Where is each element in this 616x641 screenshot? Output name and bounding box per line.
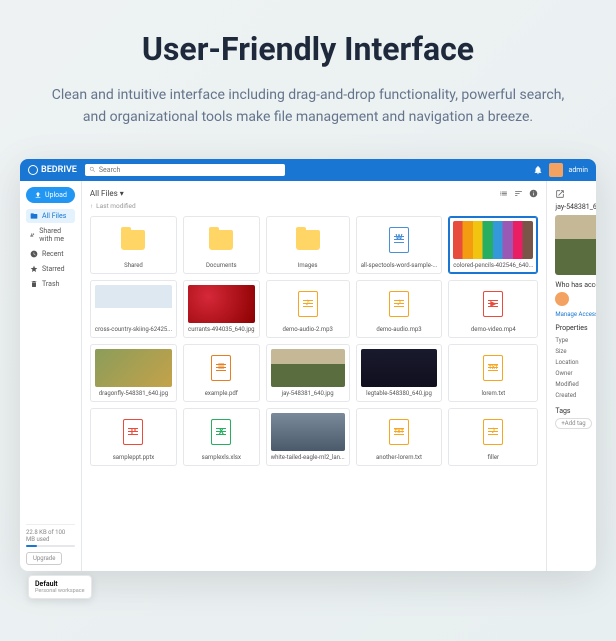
search-box[interactable] [85, 164, 285, 176]
file-tile[interactable]: white-tailed-eagle-ml2_lan... [266, 408, 350, 466]
workspace-subtitle: Personal workspace [35, 588, 85, 594]
user-avatar[interactable] [549, 163, 563, 177]
file-tile[interactable]: demo-video.mp4 [448, 280, 538, 338]
topbar: BEDRIVE admin [20, 159, 596, 181]
search-icon [89, 166, 96, 173]
tile-label: lorem.txt [453, 390, 533, 397]
file-tile[interactable]: demo-audio.mp3 [356, 280, 443, 338]
breadcrumb[interactable]: All Files▾ [90, 189, 124, 198]
sort-icon[interactable] [514, 189, 523, 198]
prop-owner: OwnerDemo admin [555, 368, 596, 379]
tile-label: legtable-548380_640.jpg [361, 390, 438, 397]
file-tile[interactable]: sampleppt.pptx [90, 408, 177, 466]
sort-label[interactable]: ↑ Last modified [90, 202, 538, 210]
properties-heading: Properties [555, 324, 596, 332]
file-tile[interactable]: Documents [183, 216, 260, 274]
file-tile[interactable]: lorem.txt [448, 344, 538, 402]
access-heading: Who has access [555, 281, 596, 289]
expand-icon[interactable] [555, 189, 565, 199]
tile-label: sampleppt.pptx [95, 454, 172, 461]
chevron-down-icon: ▾ [120, 189, 124, 198]
tile-label: example.pdf [188, 390, 255, 397]
nav-shared[interactable]: Shared with me [26, 224, 75, 246]
brand-icon [28, 165, 38, 175]
search-input[interactable] [99, 166, 281, 174]
tile-label: demo-video.mp4 [453, 326, 533, 333]
tile-label: demo-audio.mp3 [361, 326, 438, 333]
tile-label: Images [271, 262, 345, 269]
detail-preview[interactable] [555, 215, 596, 275]
nav-recent[interactable]: Recent [26, 247, 75, 261]
tile-label: demo-audio-2.mp3 [271, 326, 345, 333]
hero-description: Clean and intuitive interface including … [48, 84, 568, 129]
nav-all-files[interactable]: All Files [26, 209, 75, 223]
folder-icon [30, 212, 38, 220]
upload-button[interactable]: Upload [26, 187, 75, 203]
prop-created: Created6/26/2021 [555, 390, 596, 401]
clock-icon [30, 250, 38, 258]
file-tile[interactable]: another-lorem.txt [356, 408, 443, 466]
file-tile[interactable]: legtable-548380_640.jpg [356, 344, 443, 402]
file-tile[interactable]: jay-548381_640.jpg [266, 344, 350, 402]
tags-heading: Tags [555, 407, 596, 415]
files-area: All Files▾ ↑ Last modified Shared Documen… [82, 181, 546, 571]
tile-label: all-spectools-word-sample-... [361, 262, 438, 269]
file-tile[interactable]: example.pdf [183, 344, 260, 402]
prop-type: Typeimage [555, 335, 596, 346]
nav-starred[interactable]: Starred [26, 262, 75, 276]
tile-label: white-tailed-eagle-ml2_lan... [271, 454, 345, 461]
upgrade-button[interactable]: Upgrade [26, 552, 62, 565]
storage-meter: 22.8 KB of 100 MB used Upgrade [26, 524, 75, 565]
nav-trash[interactable]: Trash [26, 277, 75, 291]
brand[interactable]: BEDRIVE [28, 165, 77, 175]
sidebar: Upload All Files Shared with me Recent S… [20, 181, 82, 571]
file-tile[interactable]: samplexls.xlsx [183, 408, 260, 466]
tile-label: filler [453, 454, 533, 461]
tile-label: Documents [188, 262, 255, 269]
info-icon[interactable] [529, 189, 538, 198]
tile-label: currants-494035_640.jpg [188, 326, 255, 333]
workspace-name: Default [35, 580, 85, 588]
workspace-switcher[interactable]: Default Personal workspace [28, 575, 92, 599]
upload-icon [34, 191, 42, 199]
star-icon [30, 265, 38, 273]
prop-location: Location📁 Root [555, 357, 596, 368]
app-window: BEDRIVE admin Upload All Files Shared wi… [20, 159, 596, 571]
upload-label: Upload [45, 191, 67, 199]
file-tile[interactable]: cross-country-skiing-62425... [90, 280, 177, 338]
tile-label: colored-pencils-402546_640... [453, 262, 533, 269]
prop-size: Size51 KB [555, 346, 596, 357]
list-view-icon[interactable] [499, 189, 508, 198]
file-tile[interactable]: Images [266, 216, 350, 274]
people-icon [30, 231, 35, 239]
notification-icon[interactable] [533, 165, 543, 175]
file-tile[interactable]: colored-pencils-402546_640... [448, 216, 538, 274]
file-tile[interactable]: all-spectools-word-sample-... [356, 216, 443, 274]
file-tile[interactable]: dragonfly-548381_640.jpg [90, 344, 177, 402]
tile-label: another-lorem.txt [361, 454, 438, 461]
detail-filename: jay-548381_640.jpg [555, 203, 596, 211]
tile-label: jay-548381_640.jpg [271, 390, 345, 397]
file-tile[interactable]: currants-494035_640.jpg [183, 280, 260, 338]
detail-panel: jay-548381_640.jpg Who has access Manage… [546, 181, 596, 571]
add-tag-button[interactable]: +Add tag [555, 418, 591, 429]
tile-label: dragonfly-548381_640.jpg [95, 390, 172, 397]
file-grid: Shared Documents Images all-spectools-word-… [90, 216, 538, 466]
brand-text: BEDRIVE [41, 165, 77, 175]
manage-access-link[interactable]: Manage Access [555, 311, 596, 318]
storage-text: 22.8 KB of 100 MB used [26, 529, 75, 543]
file-tile[interactable]: Shared [90, 216, 177, 274]
file-tile[interactable]: demo-audio-2.mp3 [266, 280, 350, 338]
prop-modified: Modified6/26/2021 [555, 379, 596, 390]
file-tile[interactable]: filler [448, 408, 538, 466]
tile-label: Shared [95, 262, 172, 269]
tile-label: samplexls.xlsx [188, 454, 255, 461]
user-name[interactable]: admin [569, 166, 588, 174]
access-avatar[interactable] [555, 292, 569, 306]
tile-label: cross-country-skiing-62425... [95, 326, 172, 333]
hero-title: User-Friendly Interface [20, 30, 596, 68]
trash-icon [30, 280, 38, 288]
